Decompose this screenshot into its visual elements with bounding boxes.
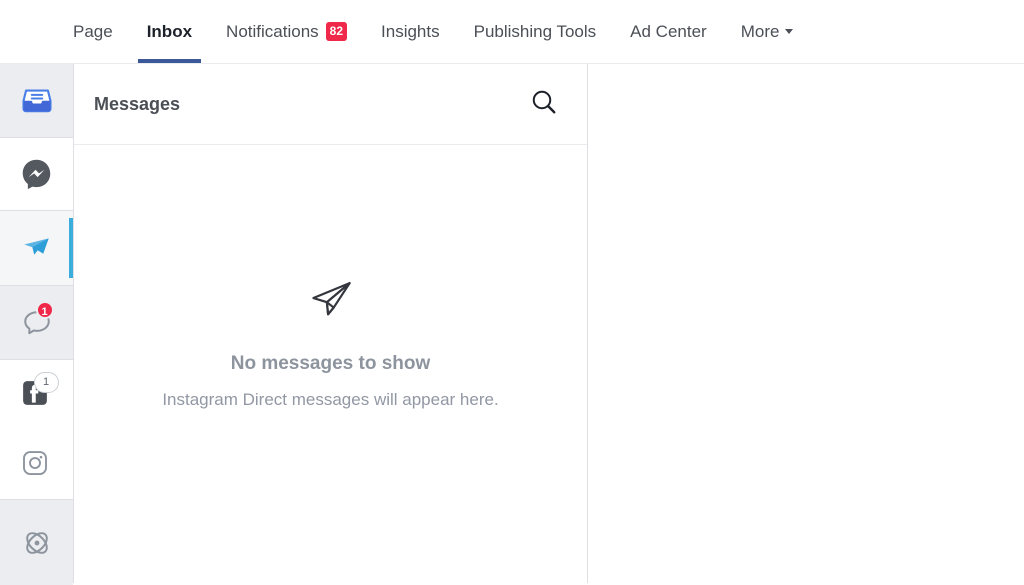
atom-icon xyxy=(20,526,54,560)
messages-panel-header: Messages xyxy=(74,64,587,145)
empty-state-title: No messages to show xyxy=(230,353,431,375)
top-navigation-bar: Page Inbox Notifications 82 Insights Pub… xyxy=(0,0,1024,64)
tab-ad-center[interactable]: Ad Center xyxy=(613,0,724,63)
sidebar-item-instagram[interactable] xyxy=(0,430,73,499)
sidebar-active-indicator xyxy=(69,218,73,278)
tab-more[interactable]: More xyxy=(724,0,811,63)
paper-plane-icon xyxy=(20,231,54,265)
sidebar-item-facebook[interactable]: 1 xyxy=(0,360,73,430)
sidebar-item-automation[interactable] xyxy=(0,500,73,585)
top-nav-list: Page Inbox Notifications 82 Insights Pub… xyxy=(0,0,1024,63)
search-icon xyxy=(529,87,559,122)
chevron-down-icon xyxy=(785,29,794,34)
facebook-count-badge: 1 xyxy=(33,372,59,393)
rail-group-automation xyxy=(0,500,73,585)
tab-label: More xyxy=(740,21,780,41)
sidebar-item-instagram-direct[interactable] xyxy=(0,211,73,285)
tab-label: Notifications xyxy=(226,21,319,41)
comment-bubble-icon: 1 xyxy=(20,300,54,340)
tab-inbox[interactable]: Inbox xyxy=(130,0,209,63)
instagram-icon xyxy=(20,448,54,482)
rail-group-comments: 1 xyxy=(0,286,73,359)
page-title: Messages xyxy=(94,93,181,114)
inbox-tray-icon xyxy=(20,84,54,118)
sidebar-item-messenger[interactable] xyxy=(0,138,73,210)
sidebar-item-comments[interactable]: 1 xyxy=(0,286,73,359)
rail-group-messenger xyxy=(0,138,73,210)
messenger-icon xyxy=(20,157,54,191)
search-button[interactable] xyxy=(527,87,561,121)
rail-group-inbox xyxy=(0,64,73,137)
tab-label: Inbox xyxy=(146,21,193,41)
tab-page[interactable]: Page xyxy=(56,0,130,63)
tab-notifications[interactable]: Notifications 82 xyxy=(209,0,364,63)
tab-insights[interactable]: Insights xyxy=(364,0,457,63)
paper-plane-outline-icon xyxy=(305,274,357,331)
comments-count-badge: 1 xyxy=(35,300,54,319)
tab-publishing-tools[interactable]: Publishing Tools xyxy=(457,0,614,63)
empty-state: No messages to show Instagram Direct mes… xyxy=(74,145,587,582)
sidebar-item-inbox[interactable] xyxy=(0,64,73,137)
empty-state-subtitle: Instagram Direct messages will appear he… xyxy=(162,390,499,410)
tab-label: Insights xyxy=(381,21,440,41)
messages-panel: Messages No messages to show Instagram D… xyxy=(74,64,588,583)
tab-label: Publishing Tools xyxy=(473,21,597,41)
rail-group-instagram-direct xyxy=(0,211,73,285)
conversation-detail-pane xyxy=(589,64,1024,583)
inbox-icon-rail: 1 1 xyxy=(0,64,74,585)
notifications-count-badge: 82 xyxy=(325,22,348,41)
facebook-icon: 1 xyxy=(20,372,59,412)
active-tab-underline xyxy=(137,59,202,63)
tab-label: Page xyxy=(73,21,113,41)
tab-label: Ad Center xyxy=(630,21,707,41)
rail-group-channels: 1 xyxy=(0,360,73,499)
